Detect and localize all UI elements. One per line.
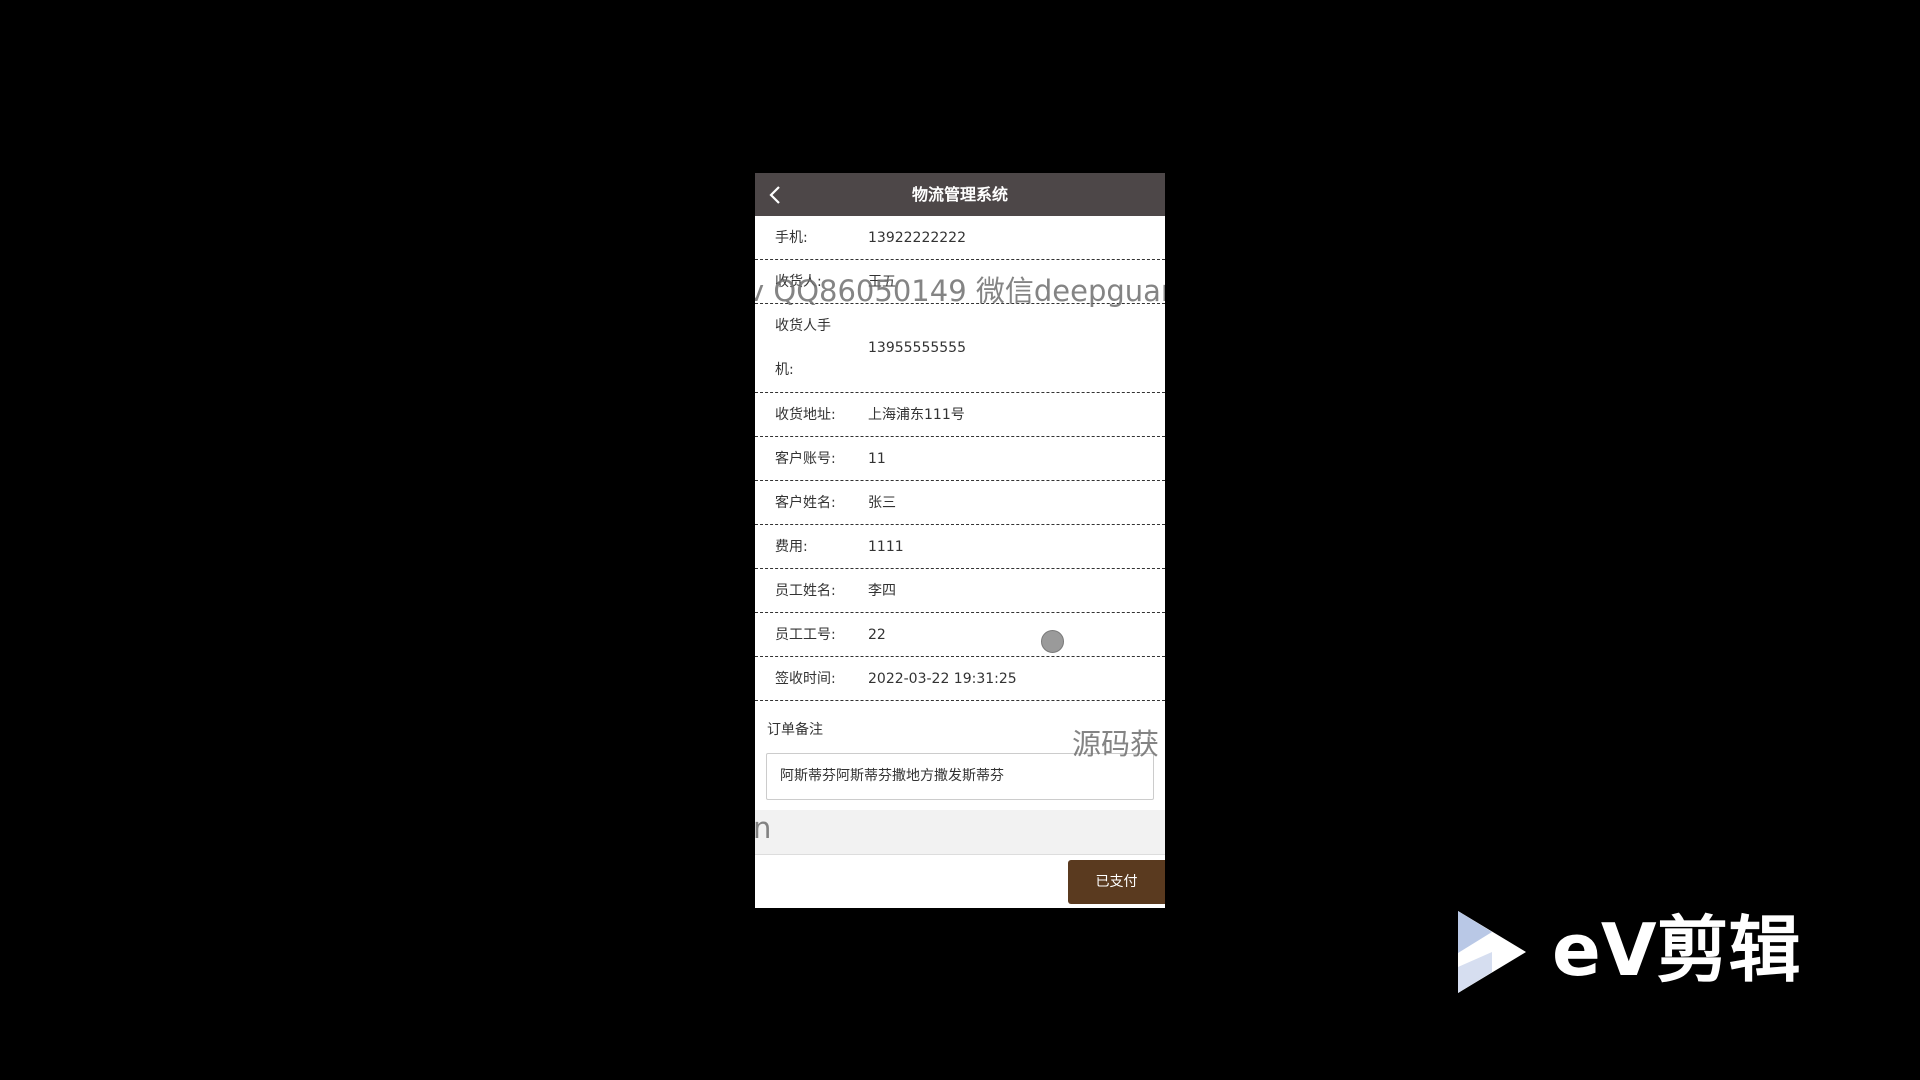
detail-row-fee: 费用: 1111 — [755, 525, 1165, 569]
play-triangle-icon — [1458, 911, 1526, 993]
detail-row-staff-name: 员工姓名: 李四 — [755, 569, 1165, 613]
row-label: 收货人手 机: — [775, 304, 855, 392]
row-value: 2022-03-22 19:31:25 — [868, 671, 1017, 687]
detail-row-receiver: 收货人: 王五 — [755, 260, 1165, 304]
detail-row-receiver-phone: 收货人手 机: 13955555555 — [755, 304, 1165, 393]
row-label: 员工姓名: — [775, 583, 836, 599]
row-label: 客户姓名: — [775, 495, 836, 511]
phone-screen: 物流管理系统 手机: 13922222222 收货人: 王五 收货人手 机: 1… — [755, 173, 1165, 908]
paid-button[interactable]: 已支付 — [1068, 860, 1165, 904]
logo-text: eV剪辑 — [1552, 908, 1801, 992]
row-value: 李四 — [868, 583, 896, 599]
top-bar: 物流管理系统 — [755, 173, 1165, 216]
touch-cursor — [1041, 630, 1064, 653]
row-value: 王五 — [868, 274, 896, 290]
row-label-line1: 收货人手 — [775, 318, 831, 334]
row-value: 上海浦东111号 — [868, 407, 965, 423]
spacer-band — [755, 810, 1165, 855]
row-label: 员工工号: — [775, 627, 836, 643]
page-title: 物流管理系统 — [911, 185, 1008, 204]
row-label: 收货地址: — [775, 407, 836, 423]
detail-row-staff-id: 员工工号: 22 — [755, 613, 1165, 657]
row-label: 签收时间: — [775, 671, 836, 687]
row-value: 13922222222 — [868, 230, 966, 246]
row-value: 11 — [868, 451, 886, 467]
remark-label: 订单备注 — [767, 722, 823, 738]
detail-row-address: 收货地址: 上海浦东111号 — [755, 393, 1165, 437]
detail-row-customer-name: 客户姓名: 张三 — [755, 481, 1165, 525]
ev-editor-logo: eV剪辑 — [1450, 905, 1840, 1000]
row-value: 13955555555 — [868, 340, 966, 356]
row-label: 收货人: — [775, 274, 822, 290]
row-value: 1111 — [868, 539, 904, 555]
row-value: 张三 — [868, 495, 896, 511]
row-value: 22 — [868, 627, 886, 643]
row-label: 客户账号: — [775, 451, 836, 467]
detail-row-customer-account: 客户账号: 11 — [755, 437, 1165, 481]
row-label: 手机: — [775, 230, 808, 246]
detail-row-phone: 手机: 13922222222 — [755, 216, 1165, 260]
detail-row-sign-time: 签收时间: 2022-03-22 19:31:25 — [755, 657, 1165, 701]
row-label-line2: 机: — [775, 362, 794, 378]
remark-field[interactable]: 阿斯蒂芬阿斯蒂芬撒地方撒发斯蒂芬 — [766, 753, 1154, 800]
row-label: 费用: — [775, 539, 808, 555]
detail-list: 手机: 13922222222 收货人: 王五 收货人手 机: 13955555… — [755, 216, 1165, 701]
